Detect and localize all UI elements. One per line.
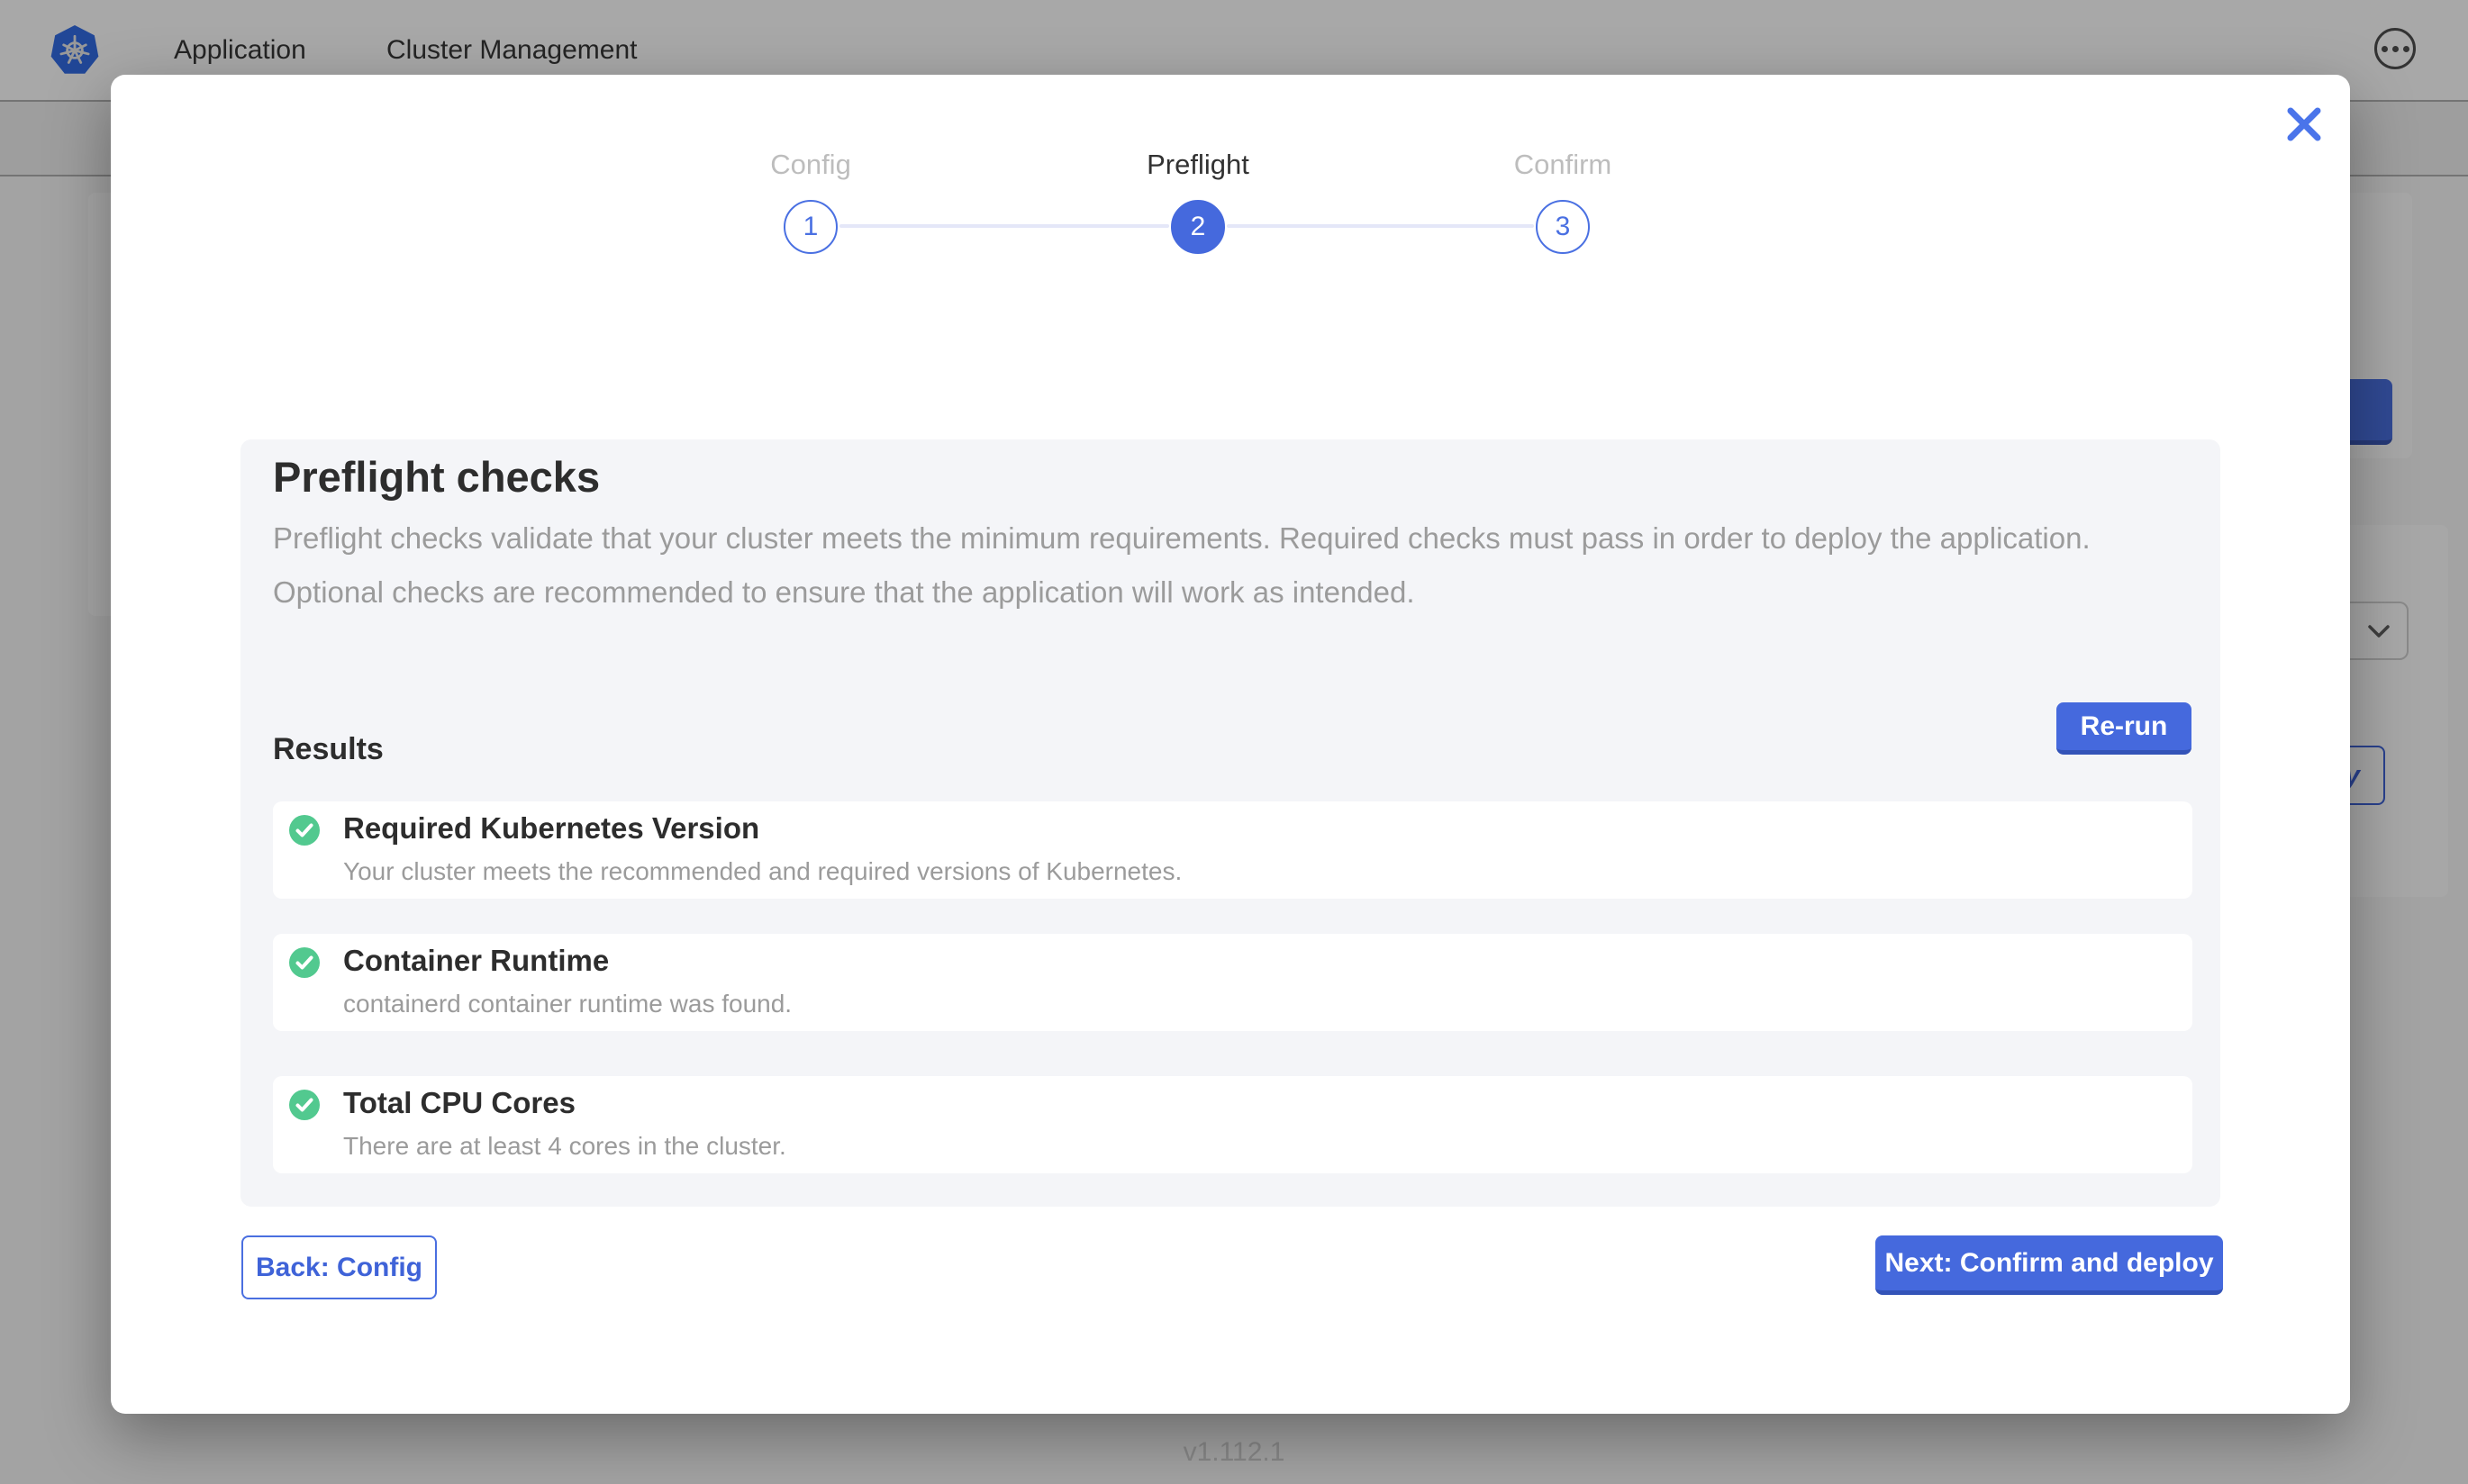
check-circle-icon: [289, 1090, 320, 1120]
step-label-confirm: Confirm: [1514, 149, 1612, 181]
preflight-description: Preflight checks validate that your clus…: [273, 511, 2119, 620]
step-connector: [839, 224, 1169, 228]
check-result-row: Container Runtime containerd container r…: [273, 934, 2192, 1031]
check-message: Your cluster meets the recommended and r…: [343, 857, 1182, 886]
step-connector: [1227, 224, 1534, 228]
step-indicator-3: 3: [1536, 200, 1590, 254]
check-circle-icon: [289, 947, 320, 978]
step-indicator-2: 2: [1171, 200, 1225, 254]
check-title: Container Runtime: [343, 944, 609, 978]
step-indicator-1: 1: [784, 200, 838, 254]
back-button[interactable]: Back: Config: [241, 1235, 437, 1299]
check-message: There are at least 4 cores in the cluste…: [343, 1132, 786, 1161]
preflight-checks-modal: Config Preflight Confirm 1 2 3 Preflight…: [111, 75, 2350, 1414]
check-circle-icon: [289, 815, 320, 846]
page-title: Preflight checks: [273, 452, 600, 502]
check-title: Total CPU Cores: [343, 1086, 576, 1120]
rerun-button[interactable]: Re-run: [2056, 702, 2191, 755]
close-icon[interactable]: [2280, 100, 2328, 149]
next-button[interactable]: Next: Confirm and deploy: [1875, 1235, 2223, 1295]
preflight-panel: Preflight checks Preflight checks valida…: [240, 439, 2220, 1207]
check-message: containerd container runtime was found.: [343, 990, 792, 1018]
check-result-row: Total CPU Cores There are at least 4 cor…: [273, 1076, 2192, 1173]
results-heading: Results: [273, 732, 384, 767]
step-label-config: Config: [770, 149, 851, 181]
step-label-preflight: Preflight: [1147, 149, 1249, 181]
app-root: Application Cluster Management 0 y v1.11…: [0, 0, 2468, 1484]
check-result-row: Required Kubernetes Version Your cluster…: [273, 801, 2192, 899]
check-title: Required Kubernetes Version: [343, 811, 759, 846]
